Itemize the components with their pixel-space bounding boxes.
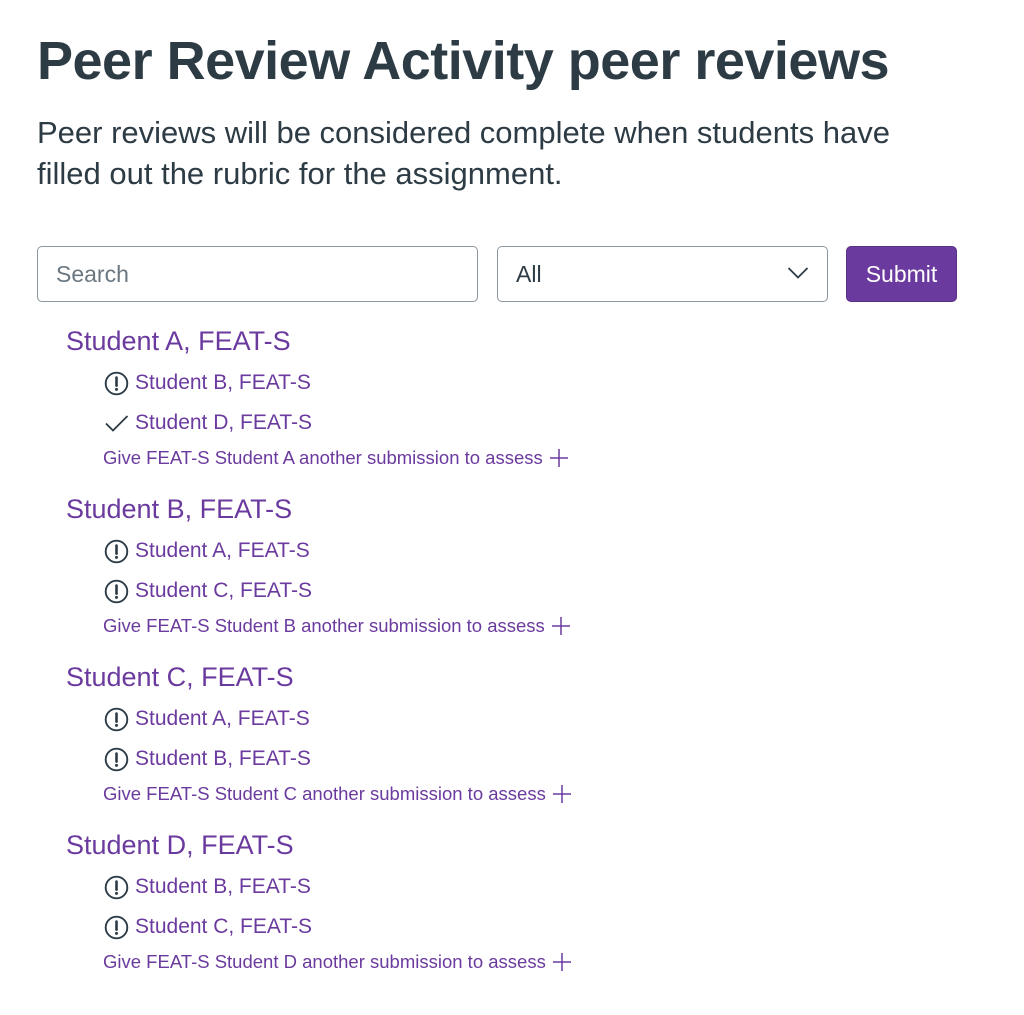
page-description: Peer reviews will be considered complete…: [37, 115, 890, 191]
assign-submission-link[interactable]: Give FEAT-S Student D another submission…: [103, 951, 572, 973]
assign-submission-link[interactable]: Give FEAT-S Student C another submission…: [103, 783, 572, 805]
assign-submission-label: Give FEAT-S Student B another submission…: [103, 615, 545, 636]
plus-icon: [552, 953, 571, 971]
assign-submission-label: Give FEAT-S Student C another submission…: [103, 783, 546, 804]
student-name-link[interactable]: Student C, FEAT-S: [66, 662, 294, 693]
warning-circle-icon: [104, 579, 129, 603]
assessor-name-link: Student B, FEAT-S: [135, 371, 311, 394]
assessor-name-link: Student C, FEAT-S: [135, 915, 313, 938]
assessor-item[interactable]: Student D, FEAT-S: [104, 408, 312, 438]
filter-bar: All Submit: [37, 246, 967, 302]
assessor-item[interactable]: Student C, FEAT-S: [104, 576, 312, 606]
assign-submission-label: Give FEAT-S Student A another submission…: [103, 447, 543, 468]
assessor-name-link: Student B, FEAT-S: [135, 747, 311, 770]
student-name-link[interactable]: Student B, FEAT-S: [66, 494, 292, 525]
plus-icon: [552, 785, 571, 803]
assessor-name-link: Student A, FEAT-S: [135, 707, 310, 730]
assign-submission-link[interactable]: Give FEAT-S Student A another submission…: [103, 447, 569, 469]
assessor-item[interactable]: Student C, FEAT-S: [104, 912, 312, 942]
assign-submission-link[interactable]: Give FEAT-S Student B another submission…: [103, 615, 571, 637]
page-title: Peer Review Activity peer reviews: [37, 31, 889, 91]
student-item: Student A, FEAT-S Student B, FEAT-S Stud…: [66, 326, 946, 494]
assessor-item[interactable]: Student B, FEAT-S: [104, 744, 311, 774]
student-item: Student C, FEAT-S Student A, FEAT-S Stud…: [66, 662, 946, 830]
student-name-link[interactable]: Student A, FEAT-S: [66, 326, 291, 357]
status-filter-select[interactable]: All: [497, 246, 828, 302]
assessor-name-link: Student D, FEAT-S: [135, 411, 313, 434]
status-filter-value: All: [516, 261, 542, 287]
checkmark-icon: [105, 414, 129, 432]
student-item: Student D, FEAT-S Student B, FEAT-S Stud…: [66, 830, 946, 998]
search-input[interactable]: [37, 246, 478, 302]
chevron-down-icon: [787, 267, 809, 279]
plus-icon: [551, 617, 570, 635]
warning-circle-icon: [104, 707, 129, 731]
student-item: Student B, FEAT-S Student A, FEAT-S Stud…: [66, 494, 946, 662]
submit-button[interactable]: Submit: [846, 246, 957, 302]
plus-icon: [549, 449, 568, 467]
assessor-name-link: Student C, FEAT-S: [135, 579, 313, 602]
assign-submission-label: Give FEAT-S Student D another submission…: [103, 951, 546, 972]
assessor-item[interactable]: Student A, FEAT-S: [104, 704, 310, 734]
warning-circle-icon: [104, 539, 129, 563]
warning-circle-icon: [104, 371, 129, 395]
warning-circle-icon: [104, 915, 129, 939]
assessor-item[interactable]: Student B, FEAT-S: [104, 368, 311, 398]
assessor-name-link: Student A, FEAT-S: [135, 539, 310, 562]
assessor-item[interactable]: Student B, FEAT-S: [104, 872, 311, 902]
warning-circle-icon: [104, 875, 129, 899]
assessor-item[interactable]: Student A, FEAT-S: [104, 536, 310, 566]
student-name-link[interactable]: Student D, FEAT-S: [66, 830, 294, 861]
student-list: Student A, FEAT-S Student B, FEAT-S Stud…: [66, 326, 946, 998]
warning-circle-icon: [104, 747, 129, 771]
assessor-name-link: Student B, FEAT-S: [135, 875, 311, 898]
